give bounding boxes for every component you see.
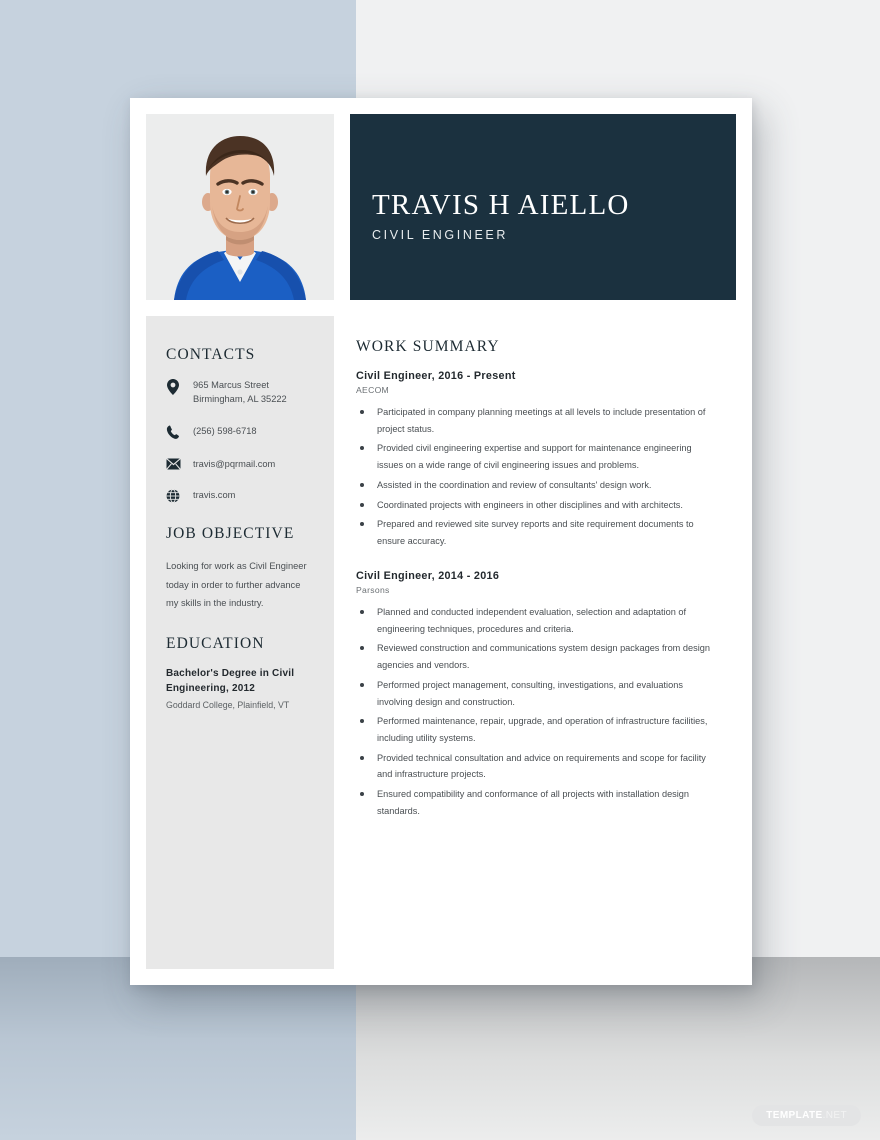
job-bullet-list: Planned and conducted independent evalua… (356, 604, 718, 820)
contact-website-text: travis.com (193, 490, 236, 501)
job-bullet: Coordinated projects with engineers in o… (356, 497, 718, 514)
job-bullet: Participated in company planning meeting… (356, 404, 718, 437)
portrait-illustration (146, 114, 334, 300)
contacts-heading: CONTACTS (166, 346, 256, 363)
job-bullet: Performed maintenance, repair, upgrade, … (356, 713, 718, 746)
education-degree: Bachelor's Degree in Civil Engineering, … (166, 668, 295, 694)
education-heading: EDUCATION (166, 635, 265, 652)
name-header-band: TRAVIS H AIELLO CIVIL ENGINEER (350, 114, 736, 300)
objective-section: JOB OBJECTIVE Looking for work as Civil … (166, 525, 314, 613)
header-text-group: TRAVIS H AIELLO CIVIL ENGINEER (372, 188, 630, 242)
contact-address-text: 965 Marcus Street Birmingham, AL 35222 (193, 380, 287, 405)
job-role-subtitle: CIVIL ENGINEER (372, 228, 508, 242)
objective-heading: JOB OBJECTIVE (166, 525, 295, 543)
education-section: EDUCATION Bachelor's Degree in Civil Eng… (166, 635, 314, 712)
watermark-brand: TEMPLATE (766, 1110, 823, 1121)
location-pin-icon (166, 378, 186, 395)
job-bullet: Performed project management, consulting… (356, 677, 718, 710)
work-summary-heading: WORK SUMMARY (356, 338, 500, 355)
job-title: Civil Engineer, 2014 - 2016 (356, 569, 500, 582)
job-bullet: Provided civil engineering expertise and… (356, 440, 718, 473)
job-company: Parsons (356, 584, 390, 595)
education-school: Goddard College, Plainfield, VT (166, 700, 290, 710)
page-title: TRAVIS H AIELLO (372, 188, 630, 221)
contact-website: travis.com (166, 488, 314, 504)
envelope-icon (166, 457, 186, 470)
template-watermark: TEMPLATE.NET (752, 1105, 861, 1126)
job-bullet: Ensured compatibility and conformance of… (356, 786, 718, 819)
job-bullet: Assisted in the coordination and review … (356, 477, 718, 494)
phone-icon (166, 424, 186, 440)
job-bullet-list: Participated in company planning meeting… (356, 404, 718, 550)
watermark-tld: .NET (822, 1110, 847, 1121)
contact-phone: (256) 598-6718 (166, 424, 314, 440)
resume-top-row: TRAVIS H AIELLO CIVIL ENGINEER (146, 114, 736, 300)
contact-email: travis@pqrmail.com (166, 457, 314, 471)
job-bullet: Reviewed construction and communications… (356, 640, 718, 673)
resume-body-row: CONTACTS 965 Marcus Street Birmingham, A… (146, 316, 736, 969)
job-bullet: Planned and conducted independent evalua… (356, 604, 718, 637)
main-column: WORK SUMMARY Civil Engineer, 2016 - Pres… (350, 316, 736, 969)
contact-email-text: travis@pqrmail.com (193, 458, 276, 469)
contacts-section: CONTACTS 965 Marcus Street Birmingham, A… (166, 346, 314, 504)
job-bullet: Provided technical consultation and advi… (356, 750, 718, 783)
portrait-photo (146, 114, 334, 300)
job-company: AECOM (356, 385, 390, 395)
contact-address: 965 Marcus Street Birmingham, AL 35222 (166, 378, 314, 407)
globe-icon (166, 488, 186, 504)
contact-phone-text: (256) 598-6718 (193, 425, 257, 436)
sidebar: CONTACTS 965 Marcus Street Birmingham, A… (146, 316, 334, 969)
job-title: Civil Engineer, 2016 - Present (356, 370, 516, 382)
job-bullet: Prepared and reviewed site survey report… (356, 516, 718, 549)
objective-text: Looking for work as Civil Engineer today… (166, 561, 307, 609)
resume-page: TRAVIS H AIELLO CIVIL ENGINEER CONTACTS … (130, 98, 752, 985)
job-entry: Civil Engineer, 2014 - 2016 Parsons Plan… (356, 570, 718, 820)
job-entry: Civil Engineer, 2016 - Present AECOM Par… (356, 370, 718, 550)
